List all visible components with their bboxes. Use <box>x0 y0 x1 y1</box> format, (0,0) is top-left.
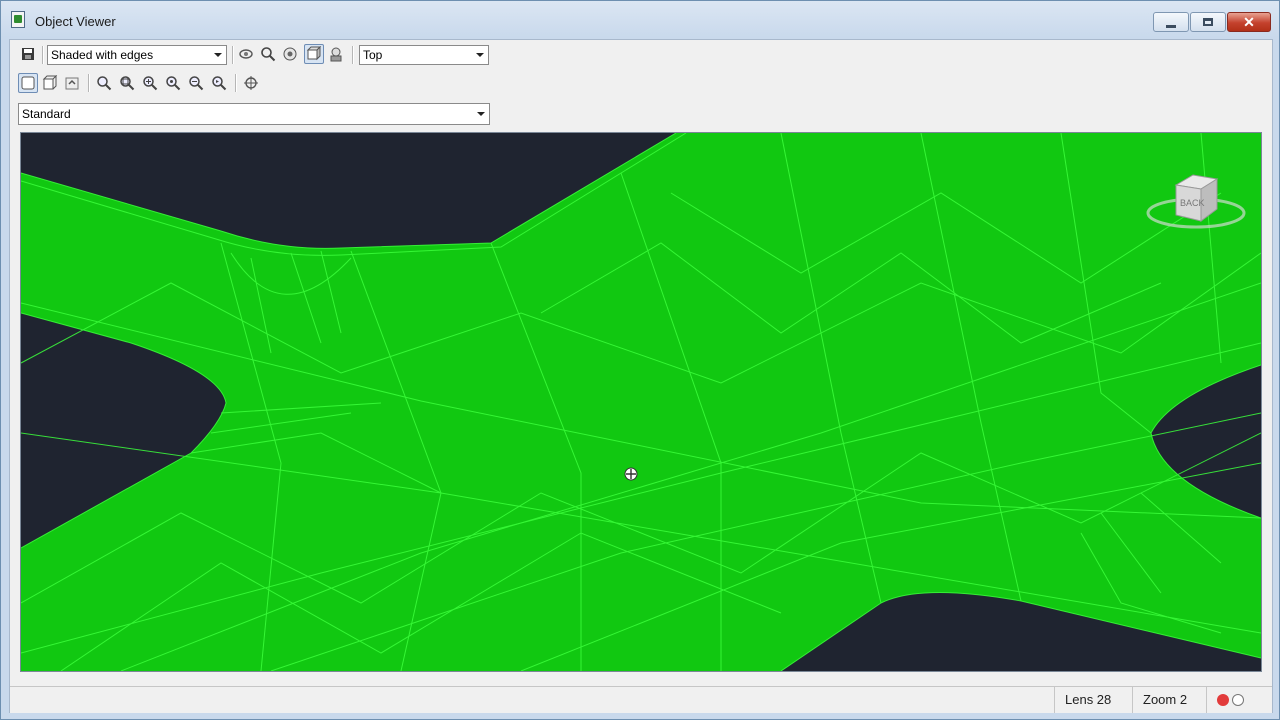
zoom-previous-button[interactable] <box>209 73 229 93</box>
zoom-realtime-button[interactable] <box>94 73 114 93</box>
lens-status: Lens 28 <box>1054 687 1132 713</box>
pan-button[interactable] <box>280 44 300 64</box>
viewer-client-area: Shaded with edges Top Standard BACK Lens… <box>9 39 1273 713</box>
toolbar-separator <box>42 46 44 64</box>
minimize-button[interactable] <box>1153 12 1189 32</box>
perspective-projection-icon <box>42 75 58 90</box>
view-cube-icon <box>306 46 322 61</box>
zoom-window-icon <box>120 76 135 91</box>
orbit-button[interactable] <box>236 44 256 64</box>
view-direction-value: Top <box>363 48 383 62</box>
save-button[interactable] <box>18 44 38 64</box>
ucs-dropdown[interactable]: Standard <box>18 103 490 125</box>
toolbar-separator <box>352 46 354 64</box>
maximize-button[interactable] <box>1190 12 1226 32</box>
toolbar-row-1: Shaded with edges Top <box>10 41 492 69</box>
zoom-extents-button[interactable] <box>163 73 183 93</box>
zoom-out-button[interactable] <box>186 73 206 93</box>
zoom-realtime-icon <box>97 76 112 91</box>
minimize-icon <box>1166 24 1176 28</box>
crosshair-icon <box>244 76 258 90</box>
record-indicator-icon[interactable] <box>1217 694 1229 706</box>
toolbar-separator <box>232 46 234 64</box>
toolbar-row-2 <box>10 69 492 97</box>
3d-viewport[interactable]: BACK <box>20 132 1262 672</box>
title-bar[interactable]: Object Viewer ✕ <box>1 1 1279 39</box>
view-direction-dropdown[interactable]: Top <box>359 45 489 65</box>
app-icon <box>11 11 25 28</box>
view-cube-toggle[interactable] <box>304 44 324 64</box>
zoom-icon <box>261 47 276 62</box>
maximize-icon <box>1203 18 1213 26</box>
save-icon <box>22 48 34 60</box>
visual-style-value: Shaded with edges <box>51 48 154 62</box>
inactive-indicator-icon[interactable] <box>1232 694 1244 706</box>
status-bar: Lens 28 Zoom 2 <box>10 686 1272 713</box>
orbit-icon <box>239 49 253 59</box>
zoom-extents-icon <box>166 76 181 91</box>
status-indicators <box>1206 687 1272 713</box>
toolbar-separator <box>235 74 237 92</box>
chevron-down-icon <box>214 53 222 57</box>
visual-style-dropdown[interactable]: Shaded with edges <box>47 45 227 65</box>
close-button[interactable]: ✕ <box>1227 12 1271 32</box>
zoom-in-button[interactable] <box>140 73 160 93</box>
zoom-status: Zoom 2 <box>1132 687 1216 713</box>
zoom-previous-icon <box>212 76 227 91</box>
center-view-button[interactable] <box>241 73 261 93</box>
corridor-surface-mesh: BACK <box>21 133 1261 671</box>
ucs-value: Standard <box>22 107 71 121</box>
previous-view-button[interactable] <box>62 73 82 93</box>
close-icon: ✕ <box>1243 14 1255 30</box>
window-title: Object Viewer <box>35 14 116 29</box>
steering-wheel-button[interactable] <box>326 44 346 64</box>
steering-wheel-icon <box>330 47 342 62</box>
zoom-out-icon <box>189 76 204 91</box>
object-viewer-window: Object Viewer ✕ Shaded with edges Top St… <box>0 0 1280 720</box>
previous-view-icon <box>65 77 79 90</box>
zoom-in-icon <box>143 76 158 91</box>
viewcube-face-label: BACK <box>1180 198 1205 208</box>
pan-icon <box>283 47 297 61</box>
pan-cursor-icon <box>624 467 638 481</box>
toolbar-separator <box>88 74 90 92</box>
perspective-projection-button[interactable] <box>40 73 60 93</box>
zoom-button[interactable] <box>258 44 278 64</box>
chevron-down-icon <box>476 53 484 57</box>
zoom-window-button[interactable] <box>117 73 137 93</box>
parallel-projection-button[interactable] <box>18 73 38 93</box>
chevron-down-icon <box>477 112 485 116</box>
parallel-projection-icon <box>21 76 35 90</box>
